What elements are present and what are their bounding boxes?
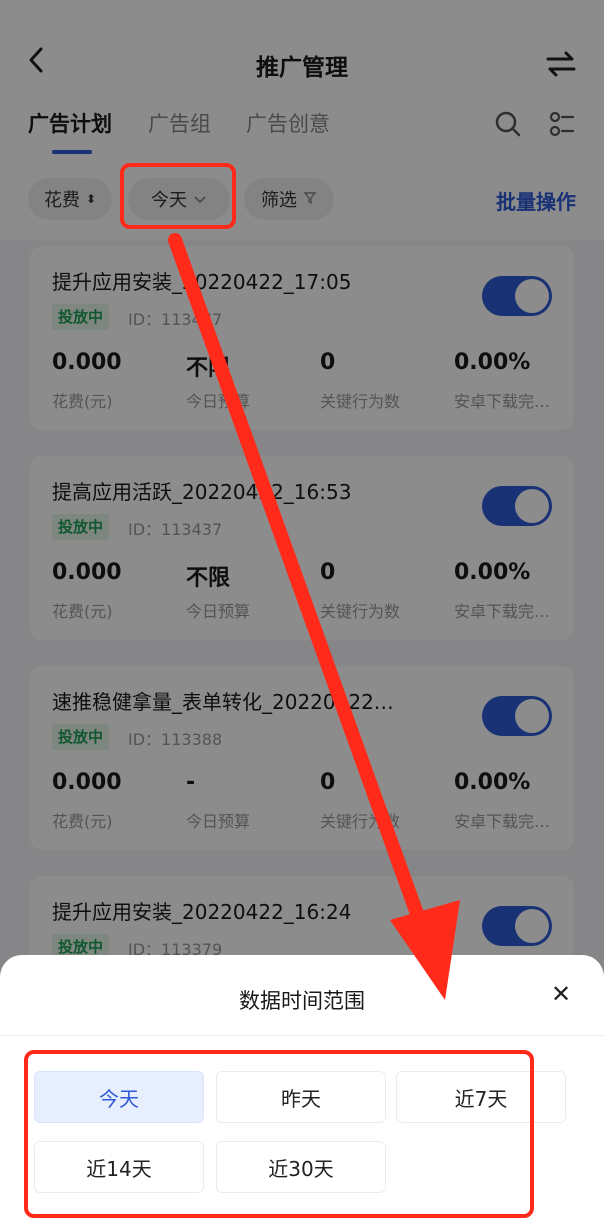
close-icon[interactable]: ✕	[548, 981, 574, 1007]
divider	[0, 1035, 604, 1036]
annotation-box-date-chip	[120, 163, 236, 229]
annotation-box-date-options	[24, 1050, 534, 1218]
sheet-title: 数据时间范围	[239, 989, 365, 1013]
